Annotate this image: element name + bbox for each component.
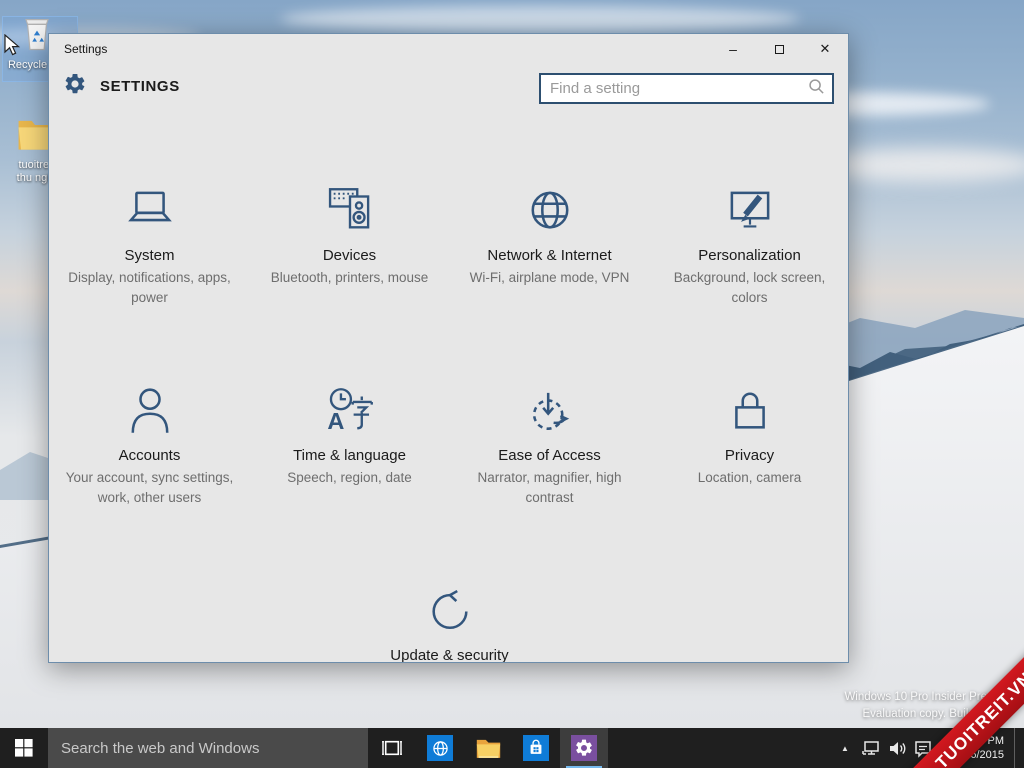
minimize-icon: – (729, 41, 737, 57)
tile-title: Time & language (293, 447, 406, 464)
find-setting-searchbox[interactable] (539, 73, 834, 104)
devices-icon (250, 176, 450, 238)
lock-icon (650, 376, 849, 438)
settings-window: Settings – ✕ SETTINGS Find a setting Sys… (48, 33, 849, 663)
user-icon (50, 376, 250, 438)
tile-system[interactable]: System Display, notifications, apps, pow… (50, 176, 250, 376)
tile-title: Privacy (724, 447, 775, 464)
tile-subtitle: Narrator, magnifier, high contrast (477, 470, 622, 505)
tile-privacy[interactable]: Privacy Location, camera (650, 376, 849, 576)
taskbar-searchbox[interactable] (48, 728, 368, 768)
store-button[interactable] (512, 728, 560, 768)
tile-time-language[interactable]: A Time & language Speech, region, date (250, 376, 450, 576)
edge-icon (427, 735, 453, 761)
screen: Recycle Bin tuoitrei thu ngh Windows 10 … (0, 0, 1024, 768)
tile-ease-of-access[interactable]: Ease of Access Narrator, magnifier, high… (450, 376, 650, 576)
search-icon (808, 78, 825, 100)
tile-subtitle: Display, notifications, apps, power (68, 270, 231, 305)
tile-title: Accounts (118, 447, 181, 464)
window-title: Settings (64, 42, 108, 56)
maximize-icon (774, 44, 784, 54)
tile-title: Update & security (390, 647, 509, 663)
settings-icon (571, 735, 597, 761)
maximize-button[interactable] (756, 34, 802, 64)
minimize-button[interactable]: – (710, 34, 756, 64)
laptop-icon (50, 176, 250, 238)
tile-subtitle: Bluetooth, printers, mouse (270, 270, 429, 285)
tile-title: Network & Internet (487, 247, 612, 264)
edge-browser-button[interactable] (416, 728, 464, 768)
show-hidden-icons-button[interactable]: ▲ (834, 728, 856, 768)
time-language-icon: A (250, 376, 450, 438)
file-explorer-icon (476, 739, 500, 758)
mouse-cursor (4, 33, 21, 62)
settings-app-button[interactable] (560, 728, 608, 768)
taskbar: ▲ 2 P (0, 728, 1024, 768)
speaker-icon (890, 742, 906, 755)
close-icon: ✕ (819, 41, 831, 56)
tile-title: System (124, 247, 175, 264)
windows-logo-icon (15, 739, 33, 757)
tile-network[interactable]: Network & Internet Wi-Fi, airplane mode,… (450, 176, 650, 376)
personalization-icon (650, 176, 849, 238)
update-icon (350, 576, 550, 638)
globe-icon (450, 176, 650, 238)
task-view-icon (382, 740, 402, 756)
tile-title: Devices (322, 247, 377, 264)
show-desktop-button[interactable] (1014, 728, 1020, 768)
network-icon (862, 741, 879, 755)
tile-accounts[interactable]: Accounts Your account, sync settings, wo… (50, 376, 250, 576)
taskbar-search-input[interactable] (48, 739, 368, 757)
chevron-up-icon: ▲ (841, 743, 849, 753)
tile-devices[interactable]: Devices Bluetooth, printers, mouse (250, 176, 450, 376)
tile-subtitle: Background, lock screen, colors (673, 270, 826, 305)
tile-subtitle: Location, camera (697, 470, 802, 485)
tile-update-security[interactable]: Update & security Windows Update (350, 576, 550, 663)
tile-subtitle: Wi-Fi, airplane mode, VPN (469, 270, 630, 285)
file-explorer-button[interactable] (464, 728, 512, 768)
tile-subtitle: Speech, region, date (287, 470, 412, 485)
tile-title: Ease of Access (498, 447, 601, 464)
gear-icon (63, 72, 87, 101)
task-view-button[interactable] (368, 728, 416, 768)
volume-tray-button[interactable] (886, 728, 908, 768)
window-titlebar[interactable]: Settings – ✕ (49, 34, 848, 64)
settings-categories: System Display, notifications, apps, pow… (49, 176, 849, 663)
svg-text:A: A (327, 408, 344, 434)
tile-title: Personalization (698, 247, 801, 264)
search-input[interactable] (541, 80, 808, 97)
tile-subtitle: Your account, sync settings, work, other… (65, 470, 234, 505)
tile-personalization[interactable]: Personalization Background, lock screen,… (650, 176, 849, 376)
close-button[interactable]: ✕ (802, 34, 848, 64)
start-button[interactable] (0, 728, 48, 768)
network-tray-button[interactable] (860, 728, 882, 768)
ease-of-access-icon (450, 376, 650, 438)
page-title: SETTINGS (100, 78, 180, 95)
store-icon (523, 735, 549, 761)
